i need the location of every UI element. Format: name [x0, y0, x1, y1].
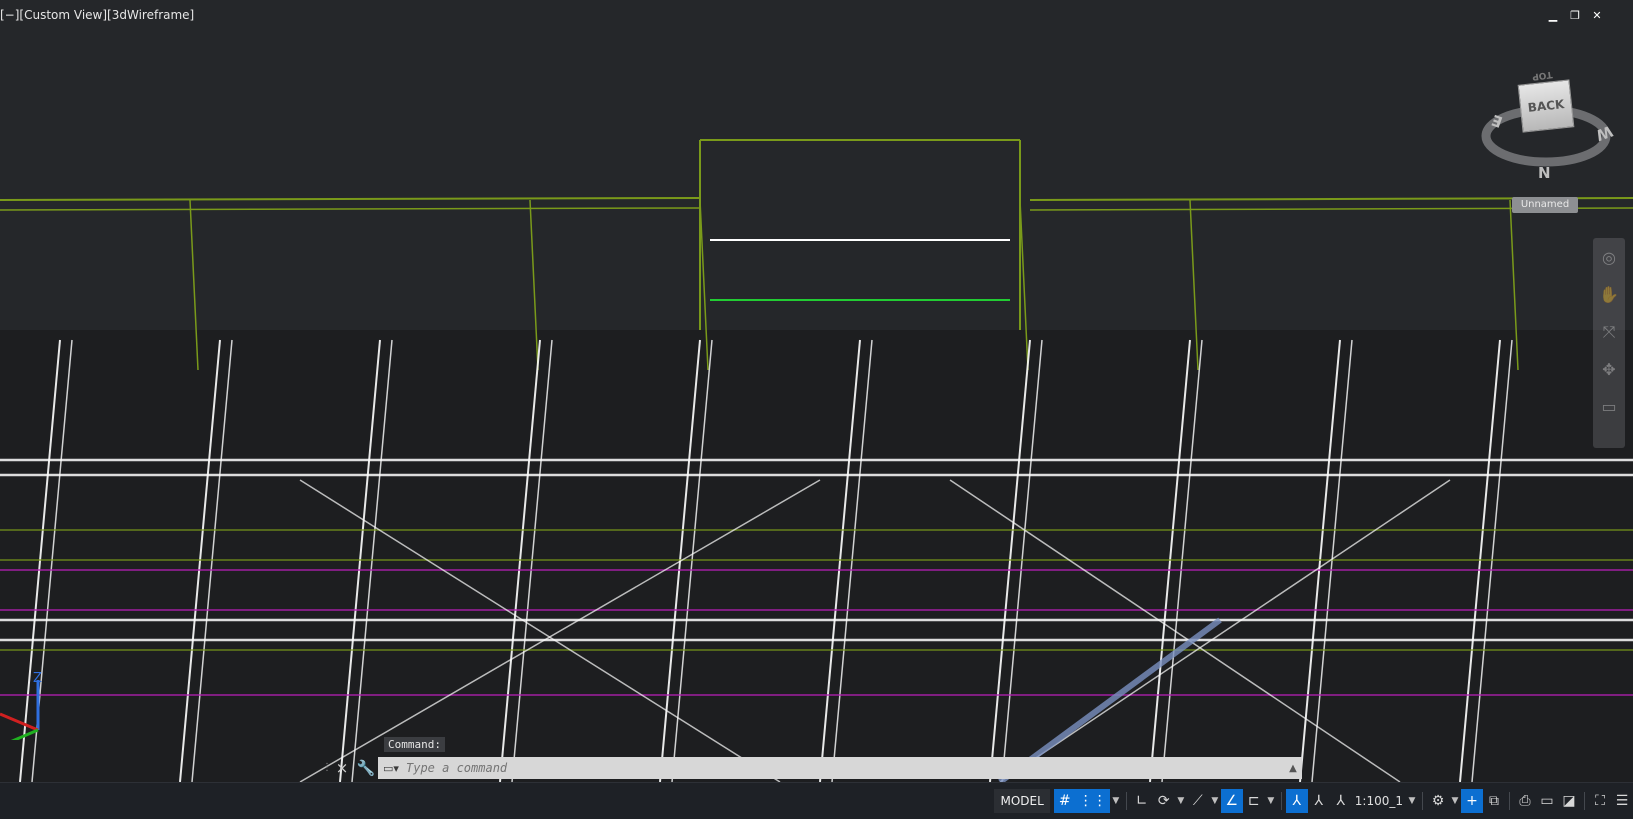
model-viewport[interactable]: [−][Custom View][3dWireframe] ▁ ❐ ✕ BACK… [0, 0, 1633, 782]
command-history-prompt: Command: [384, 737, 445, 752]
close-icon[interactable]: ✕ [1591, 10, 1603, 22]
command-input[interactable] [404, 760, 1284, 776]
divider [1584, 792, 1585, 810]
minimize-icon[interactable]: ▁ [1547, 10, 1559, 22]
divider [1125, 792, 1127, 810]
grid-icon[interactable]: # [1053, 789, 1076, 813]
hardware-acceleration-icon[interactable]: ▭ [1536, 789, 1558, 813]
isodraft-icon[interactable]: ⟋ [1187, 789, 1209, 813]
command-line: ⋮ × 🔧 ▭▾ ▲ [322, 756, 1302, 780]
zoom-icon[interactable]: ⤧ [1603, 322, 1616, 342]
command-prompt-icon[interactable]: ▭▾ [378, 762, 404, 775]
ucs-menu[interactable]: Unnamed [1512, 197, 1578, 213]
divider [1422, 792, 1423, 810]
status-bar: MODEL # ⋮⋮ ▼ ∟ ⟳ ▼ ⟋ ▼ ∠ ⊏ ▼ ⅄ ⅄ ⅄ 1:100… [0, 782, 1633, 819]
wireframe-line [0, 197, 701, 201]
chevron-down-icon[interactable]: ▼ [1110, 796, 1122, 806]
model-space-button[interactable]: MODEL [994, 789, 1050, 813]
viewport-controls-label[interactable]: [−][Custom View][3dWireframe] [0, 8, 194, 22]
showmotion-icon[interactable]: ▭ [1601, 397, 1616, 416]
steering-wheel-icon[interactable]: ◎ [1602, 248, 1616, 267]
wireframe-line [0, 207, 701, 211]
close-command-line-icon[interactable]: × [330, 756, 354, 780]
viewcube-face-back[interactable]: BACK [1517, 79, 1575, 133]
chevron-down-icon[interactable]: ▼ [1265, 796, 1277, 806]
command-input-container: ▭▾ ▲ [378, 757, 1302, 779]
annotation-scale-icon[interactable]: ⅄ [1330, 789, 1352, 813]
divider [1280, 792, 1282, 810]
pan-icon[interactable]: ✋ [1599, 285, 1619, 304]
gear-icon[interactable]: ⚙ [1427, 789, 1449, 813]
chevron-down-icon[interactable]: ▼ [1175, 796, 1187, 806]
chevron-down-icon[interactable]: ▼ [1406, 796, 1418, 806]
isolate-objects-icon[interactable]: ⧉ [1483, 789, 1505, 813]
menu-icon[interactable]: ☰ [1611, 789, 1633, 813]
wrench-icon[interactable]: 🔧 [354, 756, 378, 780]
object-snap-icon[interactable]: ∠ [1220, 789, 1243, 813]
point-cloud-scene [0, 139, 1633, 782]
restore-icon[interactable]: ❐ [1569, 10, 1581, 22]
performance-icon[interactable]: ◪ [1558, 789, 1580, 813]
drag-handle-icon[interactable]: ⋮ [322, 758, 332, 778]
polar-tracking-icon[interactable]: ⟳ [1153, 789, 1175, 813]
ortho-icon[interactable]: ∟ [1131, 789, 1153, 813]
viewport-window-controls: ▁ ❐ ✕ [1547, 10, 1603, 22]
plus-icon[interactable]: + [1461, 789, 1483, 813]
chevron-up-icon[interactable]: ▲ [1284, 763, 1302, 774]
divider [1509, 792, 1510, 810]
chevron-down-icon[interactable]: ▼ [1449, 796, 1461, 806]
navigation-bar[interactable]: ◎ ✋ ⤧ ✥ ▭ [1593, 238, 1625, 448]
dynamic-ucs-icon[interactable]: ⊏ [1243, 789, 1265, 813]
print-icon[interactable]: ⎙ [1514, 789, 1536, 813]
annotation-scale-value[interactable]: 1:100_1 [1352, 789, 1406, 813]
snap-mode-icon[interactable]: ⋮⋮ [1075, 789, 1110, 813]
clean-screen-icon[interactable]: ⛶ [1589, 789, 1611, 813]
point-cloud-floor [0, 330, 1633, 782]
compass-north[interactable]: N [1538, 164, 1551, 182]
orbit-icon[interactable]: ✥ [1602, 360, 1615, 379]
svg-text:Z: Z [33, 671, 42, 686]
annotation-visibility-icon[interactable]: ⅄ [1285, 789, 1308, 813]
ucs-axis-icon: Z [0, 671, 42, 740]
chevron-down-icon[interactable]: ▼ [1209, 796, 1221, 806]
viewcube[interactable]: BACK TOP E W N [1480, 69, 1628, 190]
auto-scale-icon[interactable]: ⅄ [1308, 789, 1330, 813]
